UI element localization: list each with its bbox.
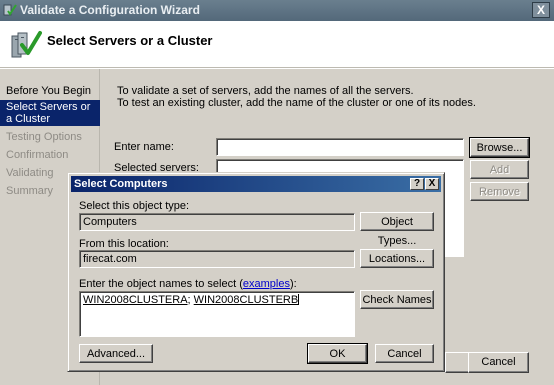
location-field: firecat.com [79, 250, 355, 268]
object-name-1: WIN2008CLUSTERA [83, 294, 188, 306]
object-name-2: WIN2008CLUSTERB [193, 294, 299, 306]
step-select-servers[interactable]: Select Servers or a Cluster [0, 100, 100, 126]
object-names-input[interactable]: WIN2008CLUSTERA; WIN2008CLUSTERB [79, 291, 355, 337]
servers-checkmark-icon [11, 31, 42, 58]
locations-button[interactable]: Locations... [360, 249, 434, 268]
dialog-help-button[interactable]: ? [410, 178, 424, 190]
dialog-title: Select Computers [74, 178, 168, 190]
dialog-close-button[interactable]: X [425, 178, 439, 190]
browse-button[interactable]: Browse... [469, 137, 530, 158]
wizard-header: Select Servers or a Cluster [0, 21, 554, 68]
names-label: Enter the object names to select (exampl… [79, 278, 297, 290]
object-type-label: Select this object type: [79, 200, 190, 212]
page-title: Select Servers or a Cluster [47, 33, 213, 48]
ok-button[interactable]: OK [307, 343, 368, 364]
window-title: Validate a Configuration Wizard [20, 3, 200, 17]
location-value: firecat.com [83, 253, 137, 265]
check-names-button[interactable]: Check Names [360, 290, 434, 309]
intro-line-1: To validate a set of servers, add the na… [117, 85, 414, 97]
location-label: From this location: [79, 238, 169, 250]
names-label-prefix: Enter the object names to select ( [79, 278, 243, 290]
enter-name-label: Enter name: [114, 141, 174, 153]
window-close-button[interactable]: X [532, 2, 550, 18]
window-titlebar[interactable]: Validate a Configuration Wizard X [0, 0, 554, 21]
wizard-cancel-button[interactable]: Cancel [468, 352, 529, 373]
dialog-titlebar[interactable]: Select Computers ? X [71, 176, 441, 192]
intro-line-2: To test an existing cluster, add the nam… [117, 97, 476, 109]
select-computers-dialog: Select Computers ? X Select this object … [67, 172, 445, 372]
enter-name-input[interactable] [216, 138, 464, 156]
add-button[interactable]: Add [470, 160, 529, 179]
object-names-text: WIN2008CLUSTERA; WIN2008CLUSTERB [83, 294, 300, 306]
names-label-suffix: ): [289, 278, 297, 290]
step-before-you-begin[interactable]: Before You Begin [0, 85, 100, 97]
step-testing-options: Testing Options [6, 131, 82, 143]
text-caret [298, 294, 300, 305]
cluster-validate-icon [3, 4, 17, 16]
examples-link[interactable]: examples [243, 278, 290, 290]
remove-button[interactable]: Remove [470, 182, 529, 201]
object-type-value: Computers [83, 216, 137, 228]
step-confirmation: Confirmation [6, 149, 69, 161]
intro-text: To validate a set of servers, add the na… [117, 85, 476, 109]
dialog-cancel-button[interactable]: Cancel [375, 344, 434, 363]
object-type-field: Computers [79, 213, 355, 231]
object-types-button[interactable]: Object Types... [360, 212, 434, 247]
advanced-button[interactable]: Advanced... [79, 344, 153, 363]
